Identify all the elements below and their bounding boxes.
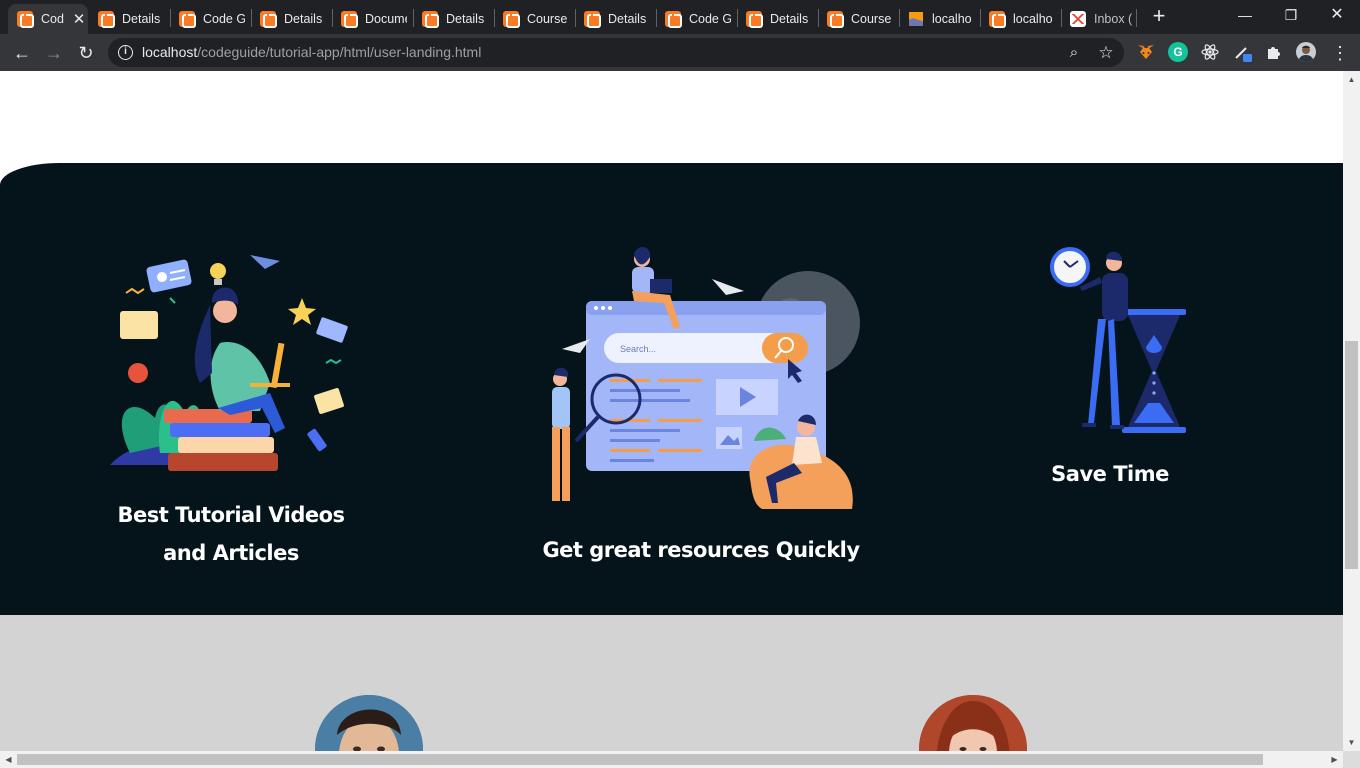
man-avatar (315, 695, 423, 751)
tab-title: Details (284, 12, 323, 26)
feature-title-resources: Get great resources Quickly (542, 538, 860, 562)
page-viewport: Best Tutorial Videos and Articles Search… (0, 71, 1343, 751)
tab-title: localho (932, 12, 972, 26)
testimonials-section (0, 615, 1343, 751)
scrollbar-corner (1343, 751, 1360, 768)
tab-title: localho (1013, 12, 1053, 26)
scroll-left-arrow-icon[interactable]: ◀ (0, 751, 17, 768)
xampp-icon (98, 11, 115, 28)
tab-title: Details (122, 12, 161, 26)
student-laptop-books-illustration (110, 255, 348, 471)
features-section: Best Tutorial Videos and Articles Search… (0, 163, 1343, 615)
address-bar[interactable]: i localhost/codeguide/tutorial-app/html/… (108, 38, 1124, 67)
scroll-right-arrow-icon[interactable]: ▶ (1326, 751, 1343, 768)
feature-card-tutorials: Best Tutorial Videos and Articles (96, 243, 366, 572)
tab-2[interactable]: Code G (170, 4, 250, 34)
hourglass-clock-illustration (1050, 247, 1186, 433)
horizontal-scrollbar[interactable]: ◀ ▶ (0, 751, 1343, 768)
new-tab-button[interactable]: + (1148, 5, 1170, 28)
feature-title-line: and Articles (163, 541, 299, 565)
metamask-icon[interactable] (1136, 42, 1156, 62)
forward-button[interactable]: → (40, 39, 68, 67)
xampp-icon (503, 11, 520, 28)
xampp-icon (989, 11, 1006, 28)
xampp-icon (584, 11, 601, 28)
tab-11[interactable]: localho (899, 4, 979, 34)
tab-10[interactable]: Course (818, 4, 898, 34)
tab-title: Docume (365, 12, 407, 26)
tab-1[interactable]: Details (89, 4, 169, 34)
xampp-icon (827, 11, 844, 28)
xampp-icon (341, 11, 358, 28)
bookmark-star-icon[interactable]: ☆ (1096, 43, 1116, 63)
phpmyadmin-icon (908, 11, 924, 27)
tab-title: Code G (203, 12, 245, 26)
back-button[interactable]: ← (8, 39, 36, 67)
zoom-icon[interactable]: ⌕ (1064, 43, 1084, 63)
restore-button[interactable]: ❐ (1268, 0, 1314, 30)
tab-0[interactable]: Cod ✕ (8, 4, 88, 34)
tab-title: Course (851, 12, 892, 26)
scroll-down-arrow-icon[interactable]: ▼ (1343, 734, 1360, 751)
url-text[interactable]: localhost/codeguide/tutorial-app/html/us… (142, 44, 481, 60)
vertical-scrollbar[interactable]: ▲ ▼ (1343, 71, 1360, 751)
reload-button[interactable]: ↻ (72, 39, 100, 67)
tab-title: Inbox ( (1094, 12, 1133, 26)
xampp-icon (422, 11, 439, 28)
browser-toolbar: ← → ↻ i localhost/codeguide/tutorial-app… (0, 34, 1360, 71)
profile-avatar[interactable] (1296, 42, 1316, 62)
vertical-scroll-thumb[interactable] (1345, 341, 1358, 569)
tab-title: Code G (689, 12, 731, 26)
tab-4[interactable]: Docume (332, 4, 412, 34)
tab-title: Course (527, 12, 568, 26)
tab-title: Details (770, 12, 809, 26)
search-resources-illustration: Search... (552, 246, 860, 509)
tab-5[interactable]: Details (413, 4, 493, 34)
tab-title: Details (608, 12, 647, 26)
horizontal-scroll-thumb[interactable] (17, 754, 1263, 765)
tab-8[interactable]: Code G (656, 4, 736, 34)
woman-avatar (919, 695, 1027, 751)
tab-title: Details (446, 12, 485, 26)
gmail-icon (1070, 11, 1086, 27)
url-host: localhost (142, 44, 198, 60)
browser-menu-icon[interactable]: ⋮ (1326, 39, 1354, 67)
tab-3[interactable]: Details (251, 4, 331, 34)
tab-title: Cod (41, 12, 64, 26)
site-info-icon[interactable]: i (118, 45, 133, 60)
search-placeholder-text: Search... (620, 344, 656, 354)
tab-12[interactable]: localho (980, 4, 1060, 34)
close-window-button[interactable]: ✕ (1314, 0, 1360, 30)
feature-card-resources: Search... Get great resources Quickly (520, 241, 882, 562)
tab-9[interactable]: Details (737, 4, 817, 34)
react-devtools-icon[interactable] (1200, 42, 1220, 62)
xampp-icon (179, 11, 196, 28)
xampp-icon (260, 11, 277, 28)
tab-6[interactable]: Course (494, 4, 574, 34)
tab-13[interactable]: Inbox ( (1061, 4, 1141, 34)
tab-divider (1136, 9, 1137, 27)
xampp-icon (746, 11, 763, 28)
feature-title-save-time: Save Time (1051, 462, 1169, 486)
url-path: /codeguide/tutorial-app/html/user-landin… (197, 44, 482, 60)
color-picker-icon[interactable] (1232, 42, 1252, 62)
xampp-icon (17, 11, 34, 28)
feature-title-tutorials: Best Tutorial Videos and Articles (96, 496, 366, 572)
grammarly-icon[interactable]: G (1168, 42, 1188, 62)
close-tab-icon[interactable]: ✕ (71, 10, 87, 28)
feature-title-line: Best Tutorial Videos (117, 503, 345, 527)
xampp-icon (665, 11, 682, 28)
tab-7[interactable]: Details (575, 4, 655, 34)
minimize-button[interactable]: — (1222, 0, 1268, 30)
feature-card-save-time: Save Time (1010, 243, 1210, 486)
tab-strip: Cod ✕ Details Code G Details Docume Deta… (0, 0, 1360, 34)
scroll-up-arrow-icon[interactable]: ▲ (1343, 71, 1360, 88)
extensions-puzzle-icon[interactable] (1264, 42, 1284, 62)
